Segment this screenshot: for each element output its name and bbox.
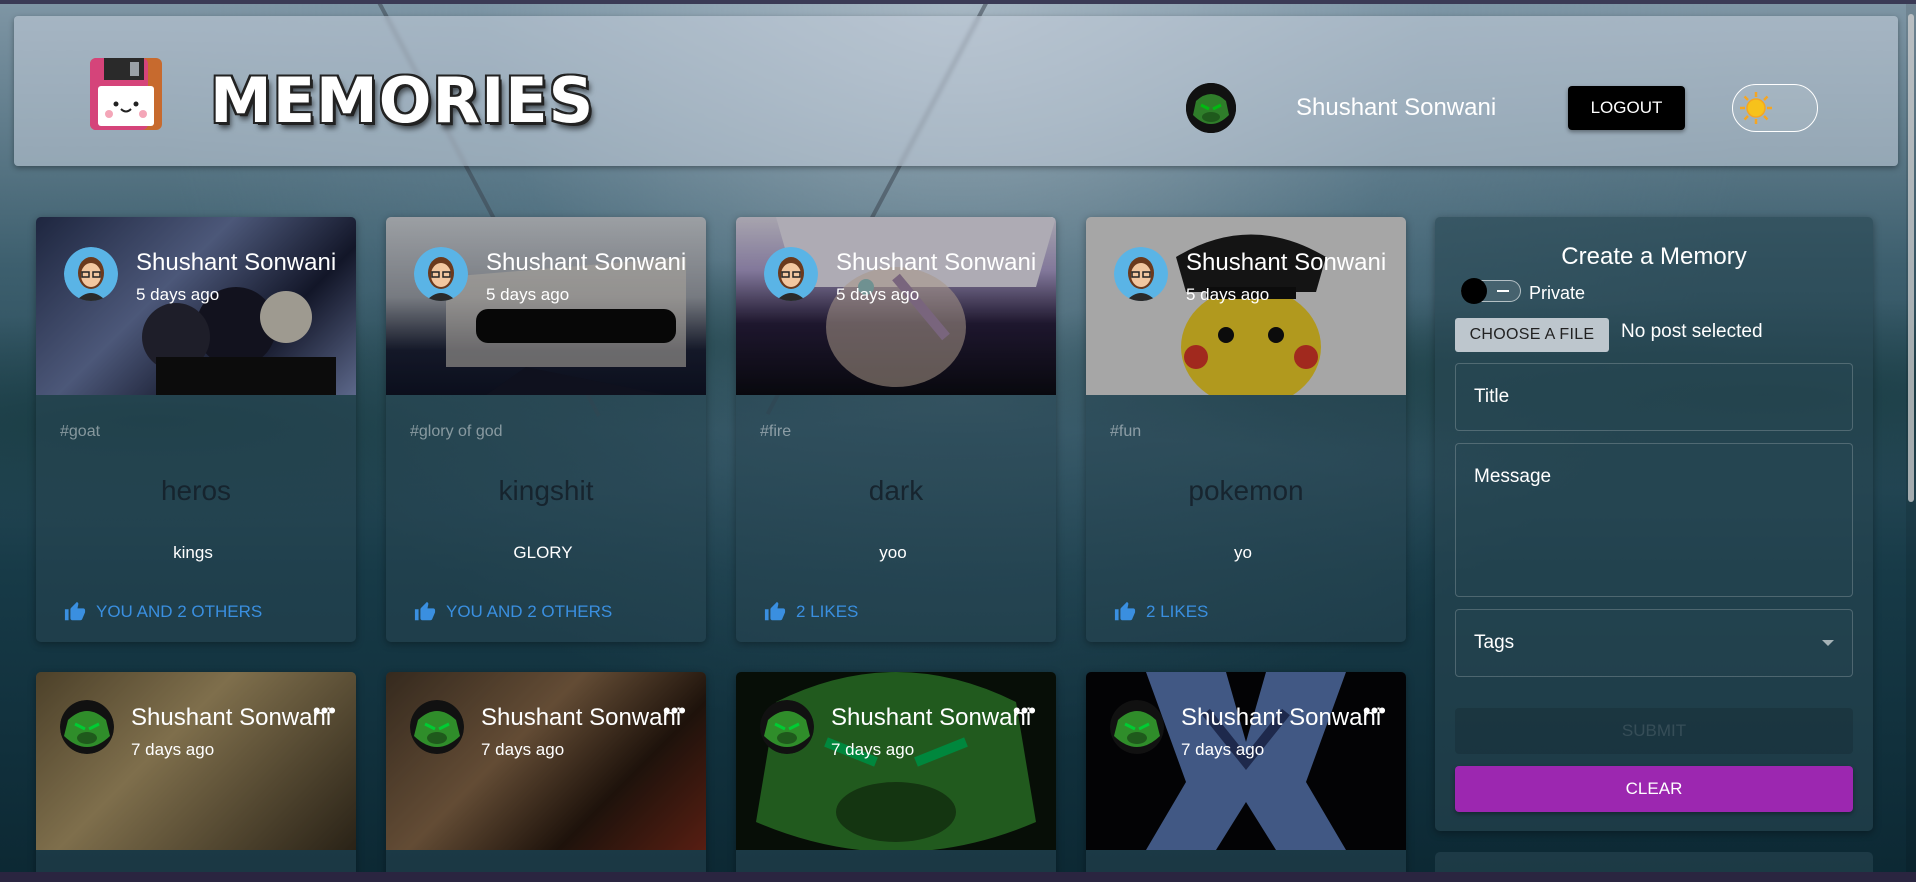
- clear-button[interactable]: CLEAR: [1455, 766, 1853, 812]
- user-name: Shushant Sonwani: [1296, 94, 1497, 121]
- post-time: 7 days ago: [481, 740, 565, 759]
- thumb-up-icon: [764, 601, 786, 621]
- post-image: [36, 672, 356, 850]
- thumb-up-icon: [1114, 601, 1136, 621]
- post-card[interactable]: Shushant Sonwani 5 days ago #fun pokemon…: [1086, 217, 1406, 642]
- tags-select[interactable]: Tags: [1455, 609, 1853, 677]
- author-avatar: [1114, 247, 1168, 301]
- post-author: Shushant Sonwani: [131, 704, 332, 731]
- author-avatar: [64, 247, 118, 301]
- tags-placeholder: Tags: [1474, 632, 1515, 653]
- post-card[interactable]: Shushant Sonwani 7 days ago •••: [736, 672, 1056, 882]
- sun-icon: [1740, 92, 1772, 124]
- post-tags: #glory of god: [410, 423, 503, 440]
- post-message: GLORY: [513, 543, 573, 562]
- title-field[interactable]: Title: [1455, 363, 1853, 431]
- post-time: 5 days ago: [486, 285, 570, 304]
- toggle-dash: [1497, 290, 1509, 292]
- browser-bottom-bar: [0, 872, 1916, 882]
- post-title: kingshit: [498, 475, 594, 506]
- like-count: YOU AND 2 OTHERS: [446, 602, 613, 621]
- post-author: Shushant Sonwani: [831, 704, 1032, 731]
- post-author: Shushant Sonwani: [136, 249, 337, 276]
- user-avatar: [1186, 83, 1236, 133]
- author-avatar: [60, 700, 114, 754]
- post-card[interactable]: Shushant Sonwani 7 days ago •••: [36, 672, 356, 882]
- like-button[interactable]: YOU AND 2 OTHERS: [414, 601, 612, 623]
- private-toggle[interactable]: [1457, 274, 1525, 308]
- post-message: kings: [173, 543, 213, 562]
- post-card[interactable]: Shushant Sonwani 7 days ago •••: [386, 672, 706, 882]
- author-avatar: [760, 700, 814, 754]
- logout-button[interactable]: LOGOUT: [1568, 86, 1685, 130]
- toggle-thumb: [1461, 278, 1487, 304]
- post-message: yo: [1234, 543, 1252, 562]
- choose-file-button[interactable]: CHOOSE A FILE: [1455, 318, 1609, 352]
- post-author: Shushant Sonwani: [1186, 249, 1387, 276]
- post-image: [1086, 672, 1406, 850]
- post-title: heros: [160, 475, 232, 506]
- post-image: [386, 217, 706, 395]
- like-count: YOU AND 2 OTHERS: [96, 602, 263, 621]
- message-field[interactable]: Message: [1455, 443, 1853, 597]
- like-button[interactable]: 2 LIKES: [1114, 601, 1208, 623]
- author-avatar: [1110, 700, 1164, 754]
- author-avatar: [410, 700, 464, 754]
- app-logo-text[interactable]: MEMORIES: [210, 64, 594, 137]
- more-options-icon[interactable]: •••: [1013, 698, 1036, 724]
- scrollbar-thumb[interactable]: [1908, 14, 1914, 502]
- like-count: 2 LIKES: [796, 602, 859, 621]
- post-time: 7 days ago: [131, 740, 215, 759]
- chevron-down-icon: [1822, 640, 1834, 646]
- more-options-icon[interactable]: •••: [663, 698, 686, 724]
- author-avatar: [414, 247, 468, 301]
- theme-toggle[interactable]: [1732, 84, 1818, 132]
- post-image: [1086, 217, 1406, 395]
- post-image: [736, 672, 1056, 850]
- post-image: [36, 217, 356, 395]
- thumb-up-icon: [414, 601, 436, 621]
- like-count: 2 LIKES: [1146, 602, 1209, 621]
- post-card[interactable]: Shushant Sonwani 5 days ago #goat heros …: [36, 217, 356, 642]
- submit-button[interactable]: SUBMIT: [1455, 708, 1853, 754]
- post-time: 5 days ago: [136, 285, 220, 304]
- create-memory-form: Create a Memory Private CHOOSE A FILE No…: [1435, 217, 1873, 831]
- post-time: 5 days ago: [836, 285, 920, 304]
- post-tags: #fun: [1110, 423, 1142, 440]
- post-image: [736, 217, 1056, 395]
- post-image: [386, 672, 706, 850]
- file-status: No post selected: [1621, 321, 1763, 342]
- post-author: Shushant Sonwani: [836, 249, 1037, 276]
- page-scrollbar[interactable]: [1906, 4, 1916, 872]
- post-title: dark: [868, 475, 924, 506]
- post-title: pokemon: [1188, 475, 1304, 506]
- post-card[interactable]: Shushant Sonwani 5 days ago #fire dark y…: [736, 217, 1056, 642]
- post-author: Shushant Sonwani: [1181, 704, 1382, 731]
- app-bar: MEMORIES Shushant Sonwani LOGOUT: [14, 16, 1898, 166]
- post-time: 5 days ago: [1186, 285, 1270, 304]
- title-placeholder: Title: [1474, 386, 1510, 407]
- post-tags: #fire: [760, 423, 792, 440]
- message-placeholder: Message: [1474, 466, 1552, 487]
- post-time: 7 days ago: [831, 740, 915, 759]
- more-options-icon[interactable]: •••: [313, 698, 336, 724]
- thumb-up-icon: [64, 601, 86, 621]
- author-avatar: [764, 247, 818, 301]
- post-author: Shushant Sonwani: [481, 704, 682, 731]
- post-author: Shushant Sonwani: [486, 249, 687, 276]
- post-card[interactable]: Shushant Sonwani 7 days ago •••: [1086, 672, 1406, 882]
- floppy-disk-logo-icon[interactable]: [88, 56, 164, 132]
- like-button[interactable]: 2 LIKES: [764, 601, 858, 623]
- like-button[interactable]: YOU AND 2 OTHERS: [64, 601, 262, 623]
- post-time: 7 days ago: [1181, 740, 1265, 759]
- post-message: yoo: [879, 543, 907, 562]
- more-options-icon[interactable]: •••: [1363, 698, 1386, 724]
- browser-top-strip: [0, 0, 1916, 4]
- private-label: Private: [1529, 283, 1586, 303]
- post-tags: #goat: [60, 423, 101, 440]
- post-card[interactable]: Shushant Sonwani 5 days ago #glory of go…: [386, 217, 706, 642]
- form-title: Create a Memory: [1561, 243, 1747, 270]
